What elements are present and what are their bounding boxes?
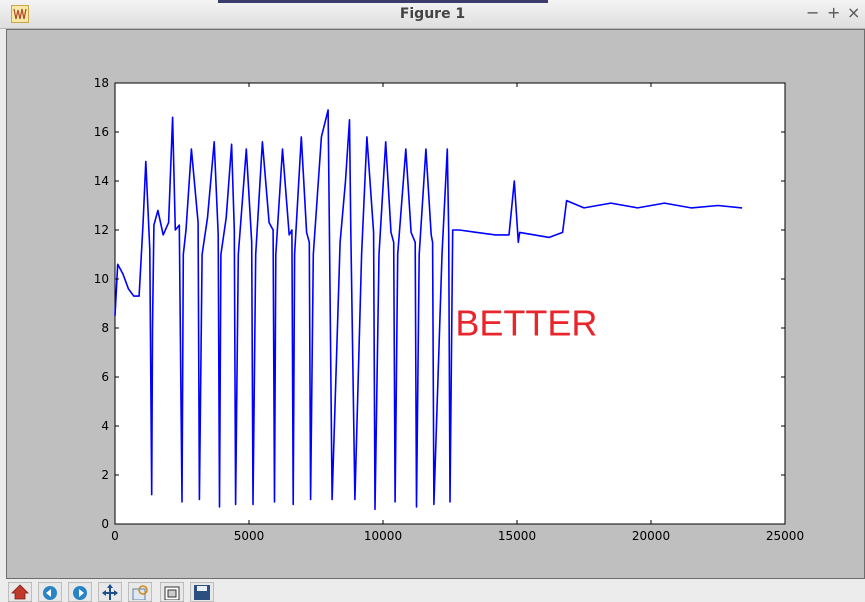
subplots-icon bbox=[164, 586, 180, 600]
navigation-toolbar bbox=[0, 579, 865, 602]
y-tick-label: 12 bbox=[94, 223, 109, 237]
pan-button[interactable] bbox=[98, 582, 122, 602]
y-tick-label: 2 bbox=[101, 468, 109, 482]
save-icon bbox=[194, 585, 210, 600]
x-tick-label: 15000 bbox=[498, 529, 536, 543]
back-icon bbox=[43, 586, 57, 600]
line-chart: 0 5000 10000 15000 20000 25000 0 2 4 6 8 10 12 14 16 18… bbox=[94, 76, 804, 543]
back-button[interactable] bbox=[38, 582, 62, 602]
zoom-icon bbox=[132, 585, 148, 600]
y-tick-label: 4 bbox=[101, 419, 109, 433]
annotation-better: BETTER bbox=[455, 302, 597, 343]
y-tick-label: 8 bbox=[101, 321, 109, 335]
y-tick-label: 14 bbox=[94, 174, 109, 188]
save-button[interactable] bbox=[190, 582, 214, 602]
home-button[interactable] bbox=[8, 582, 32, 602]
home-icon bbox=[11, 584, 29, 600]
y-tick-label: 16 bbox=[94, 125, 109, 139]
y-tick-label: 0 bbox=[101, 517, 109, 531]
forward-button[interactable] bbox=[68, 582, 92, 602]
x-tick-label: 25000 bbox=[766, 529, 804, 543]
x-tick-label: 20000 bbox=[632, 529, 670, 543]
y-tick-label: 6 bbox=[101, 370, 109, 384]
y-tick-label: 10 bbox=[94, 272, 109, 286]
subplots-button[interactable] bbox=[160, 582, 184, 602]
pan-icon bbox=[102, 584, 118, 600]
zoom-button[interactable] bbox=[128, 582, 152, 602]
y-tick-label: 18 bbox=[94, 76, 109, 90]
forward-icon bbox=[73, 586, 87, 600]
x-tick-label: 0 bbox=[111, 529, 119, 543]
x-tick-label: 5000 bbox=[234, 529, 265, 543]
x-tick-label: 10000 bbox=[364, 529, 402, 543]
